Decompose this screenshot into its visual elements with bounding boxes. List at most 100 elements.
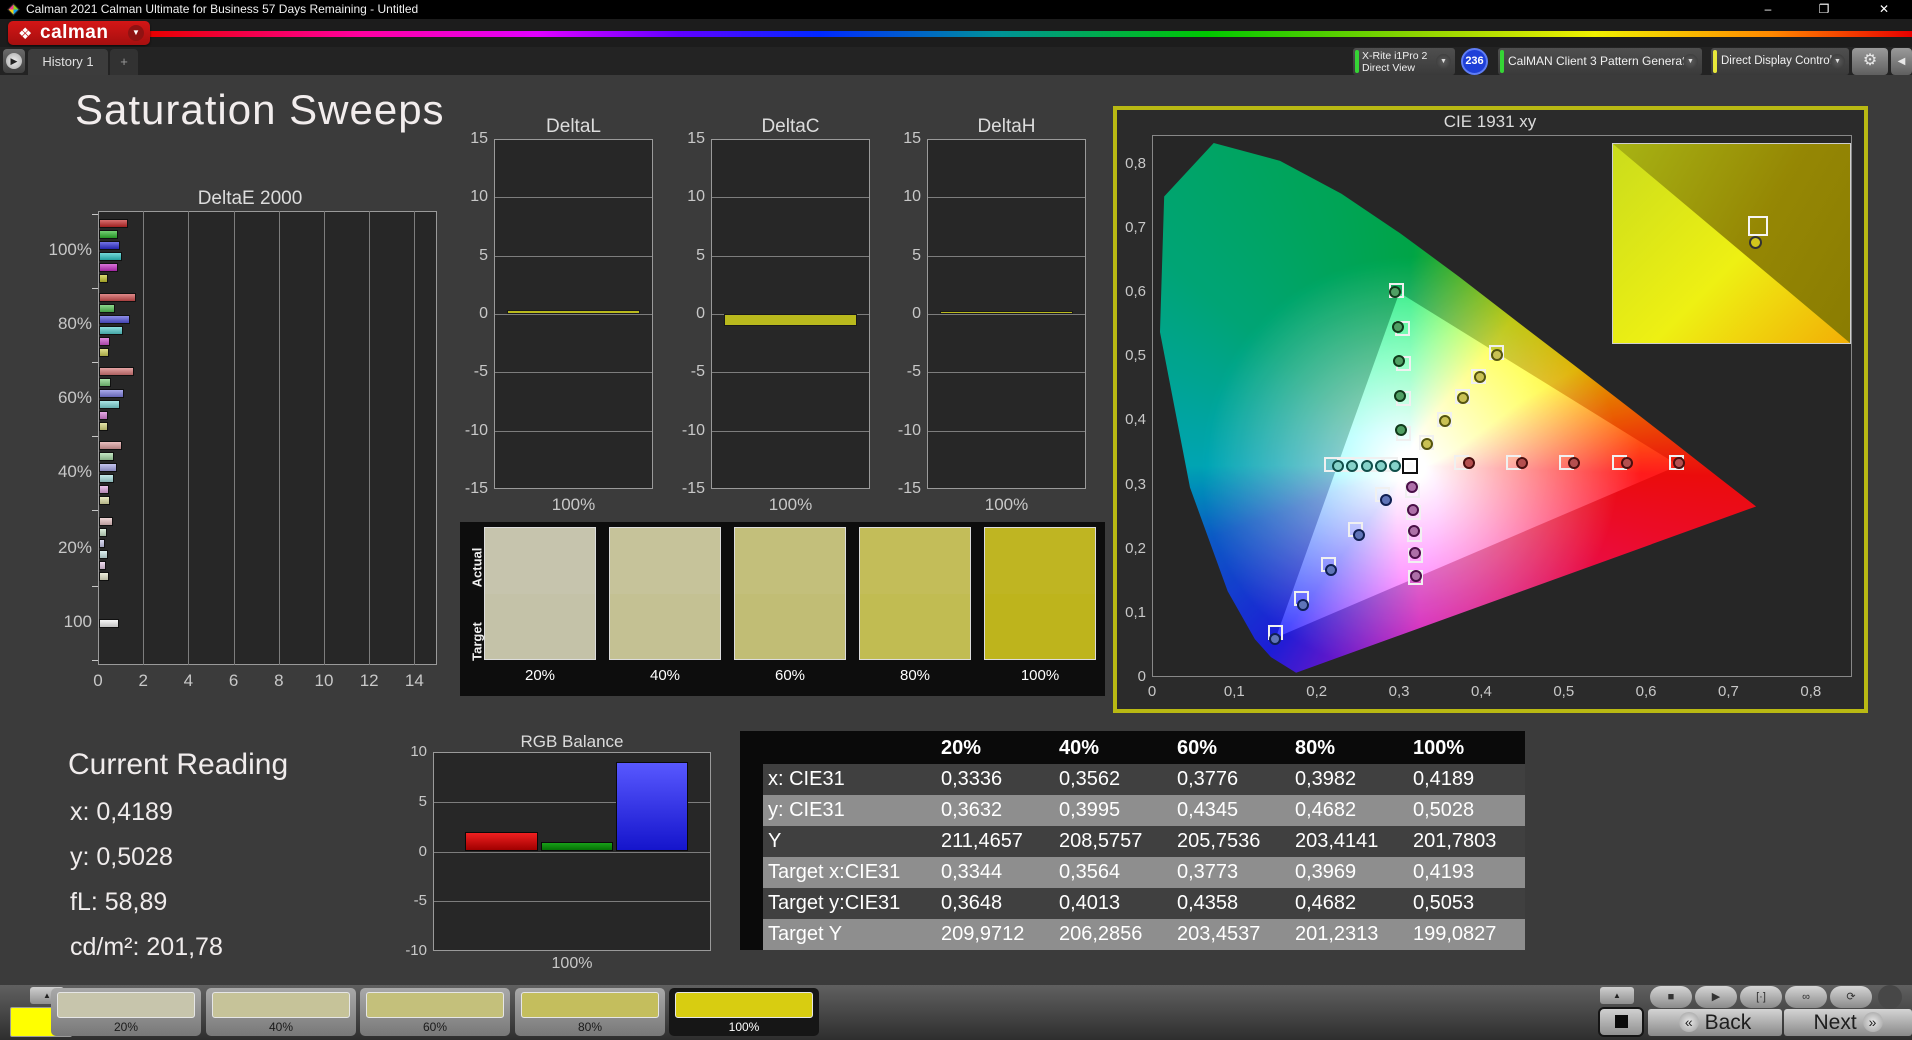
meter-count-badge[interactable]: 236 (1461, 48, 1488, 75)
up-arrow-icon: ▲ (43, 991, 51, 1000)
y-tick-label: -10 (681, 421, 705, 439)
spectrum-gradient-line (150, 31, 1912, 37)
gridline (434, 851, 710, 853)
cie-measured-point-green (1388, 285, 1401, 298)
pattern-tile-button-80%[interactable]: 80% (515, 988, 665, 1036)
deltae-bar (99, 263, 119, 272)
deltal-title: DeltaL (546, 116, 601, 137)
stop-button[interactable]: ■ (1650, 986, 1692, 1008)
deltac-title: DeltaC (761, 116, 820, 137)
y-tick-label: 0 (1137, 668, 1146, 685)
deltae-bar (99, 463, 118, 472)
pattern-tile-button-100%[interactable]: 100% (669, 988, 819, 1036)
cie-inset-measured-point (1749, 235, 1763, 249)
pattern-generator-dropdown[interactable]: CalMAN Client 3 Pattern Generator ▼ (1498, 48, 1702, 75)
cie-measured-point-yellow (1490, 348, 1503, 361)
cie-measured-point-blue (1268, 632, 1281, 645)
collapse-panel-button[interactable]: ◀ (1891, 48, 1912, 75)
settings-button[interactable]: ⚙ (1852, 48, 1888, 75)
frame-button[interactable]: [·] (1740, 986, 1782, 1008)
app-icon (7, 3, 20, 16)
refresh-icon: ⟳ (1846, 991, 1856, 1003)
y-tick-label: -5 (413, 892, 427, 910)
display-control-dropdown[interactable]: Direct Display Control ▼ (1711, 48, 1849, 75)
loop-button[interactable]: ∞ (1785, 986, 1827, 1008)
table-row-label: x: CIE31 (768, 768, 845, 790)
deltae-bar (99, 528, 107, 537)
y-tick-label: -5 (690, 363, 705, 381)
refresh-button[interactable]: ⟳ (1830, 986, 1872, 1008)
current-reading-line: cd/m²: 201,78 (70, 933, 223, 961)
table-cell: 0,3344 (941, 861, 1003, 883)
table-cell: 206,2856 (1059, 923, 1143, 945)
swatch-label: 40% (649, 667, 681, 684)
display-window-button[interactable] (1598, 1007, 1644, 1037)
x-tick-label: 4 (183, 671, 194, 690)
swatch-cell (609, 527, 721, 660)
add-tab-button[interactable]: + (110, 49, 138, 75)
table-cell: 0,3648 (941, 892, 1003, 914)
restore-button[interactable]: ❐ (1802, 0, 1846, 19)
deltal-xlabel: 100% (551, 495, 596, 514)
meter-label: X-Rite i1Pro 2 Direct View (1362, 50, 1428, 74)
pattern-tile-button-40%[interactable]: 40% (206, 988, 356, 1036)
table-cell: 0,5028 (1413, 799, 1475, 821)
cie-inset-target-square (1748, 215, 1769, 236)
table-cell: 0,4682 (1295, 799, 1357, 821)
chevron-down-icon: ▼ (1436, 54, 1451, 69)
actual-row-label: Actual (469, 547, 485, 588)
current-reading-line: x: 0,4189 (70, 798, 173, 826)
workflow-expand-button[interactable]: ▶ (3, 49, 25, 73)
deltah-title: DeltaH (977, 116, 1036, 137)
gridline (928, 430, 1085, 432)
y-tick-label: -10 (464, 421, 488, 439)
rgb-bar-red (465, 831, 538, 852)
tab-history-1[interactable]: History 1 (28, 49, 108, 75)
pattern-tile-button-60%[interactable]: 60% (360, 988, 510, 1036)
expand-control-panel-button[interactable]: ▲ (1600, 987, 1634, 1004)
x-tick-label: 0,7 (1718, 683, 1739, 700)
cie-measured-point-cyan (1331, 459, 1344, 472)
table-cell: 0,3336 (941, 768, 1003, 790)
pattern-tile-button-20%[interactable]: 20% (51, 988, 201, 1036)
table-cell: 0,4345 (1177, 799, 1239, 821)
deltae-bar (99, 400, 121, 409)
deltae-bar (99, 326, 123, 335)
deltah-xlabel: 100% (984, 495, 1029, 514)
y-tick-label: 0,3 (1125, 475, 1146, 493)
cie-measured-point-cyan (1374, 459, 1387, 472)
y-tick-label: 15 (687, 130, 705, 147)
table-cell: 201,7803 (1413, 830, 1497, 852)
meter-dropdown[interactable]: X-Rite i1Pro 2 Direct View ▼ (1353, 48, 1455, 75)
table-header-cell: 60% (1177, 737, 1218, 759)
chevron-down-icon[interactable]: ▼ (128, 25, 144, 41)
deltae-bar (99, 452, 114, 461)
swatch-label: 100% (1020, 667, 1060, 684)
next-button[interactable]: Next » (1784, 1009, 1912, 1036)
cie-measured-point-magenta (1407, 503, 1420, 516)
x-tick-label: 10 (314, 671, 334, 690)
deltae-bar (99, 517, 113, 526)
y-tick-label: -15 (464, 480, 488, 497)
deltae-bar (99, 561, 106, 570)
group-label: 100 (63, 612, 92, 631)
chevron-down-icon: ▼ (1830, 54, 1845, 69)
minimize-button[interactable]: – (1746, 0, 1790, 19)
cie-measured-point-blue (1296, 599, 1309, 612)
swatch-actual (610, 528, 720, 594)
table-cell: 0,3995 (1059, 799, 1121, 821)
play-button[interactable]: ▶ (1695, 986, 1737, 1008)
close-button[interactable]: ✕ (1862, 0, 1906, 19)
play-arrow-icon: ▶ (6, 53, 22, 69)
gridline (278, 211, 280, 665)
swatch-actual (485, 528, 595, 594)
gridline (712, 197, 869, 199)
cie-measured-point-magenta (1409, 569, 1422, 582)
deltae-bar (99, 441, 122, 450)
back-button[interactable]: « Back (1648, 1009, 1782, 1036)
group-label: 80% (57, 314, 92, 333)
cie-measured-point-yellow (1473, 370, 1486, 383)
calman-menu-button[interactable]: ❖ calman ▼ (8, 21, 150, 45)
y-tick-label: 10 (903, 188, 921, 206)
y-tick-label: -15 (897, 480, 921, 497)
